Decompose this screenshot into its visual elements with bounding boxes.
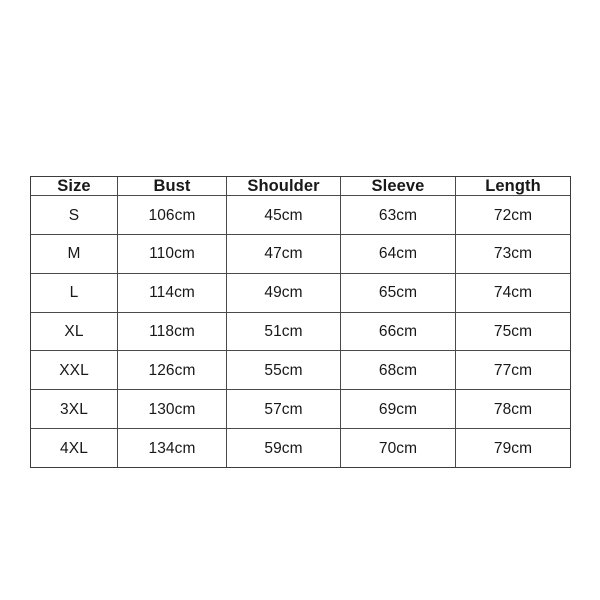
cell-sleeve: 66cm: [340, 311, 456, 352]
cell-bust: 126cm: [117, 350, 227, 391]
size-chart-body: S 106cm 45cm 63cm 72cm M 110cm 47cm 64cm…: [30, 195, 571, 468]
cell-shoulder: 51cm: [226, 311, 341, 352]
cell-length: 75cm: [455, 311, 571, 352]
table-header-row: Size Bust Shoulder Sleeve Length: [30, 175, 571, 197]
table-row: 4XL 134cm 59cm 70cm 79cm: [30, 428, 571, 468]
cell-shoulder: 45cm: [226, 195, 341, 235]
cell-length: 79cm: [455, 428, 571, 468]
cell-length: 77cm: [455, 350, 571, 391]
cell-size: XL: [30, 311, 118, 352]
cell-sleeve: 69cm: [340, 389, 456, 430]
size-chart-container: Size Bust Shoulder Sleeve Length S 106cm…: [30, 175, 571, 468]
size-chart-table: Size Bust Shoulder Sleeve Length S 106cm…: [30, 175, 571, 468]
cell-size: S: [30, 195, 118, 235]
cell-shoulder: 49cm: [226, 272, 341, 313]
cell-size: 3XL: [30, 389, 118, 430]
table-row: 3XL 130cm 57cm 69cm 78cm: [30, 389, 571, 430]
table-row: XL 118cm 51cm 66cm 75cm: [30, 311, 571, 352]
column-header-sleeve: Sleeve: [340, 175, 456, 197]
column-header-size: Size: [30, 175, 118, 197]
table-row: M 110cm 47cm 64cm 73cm: [30, 233, 571, 274]
cell-shoulder: 57cm: [226, 389, 341, 430]
cell-size: XXL: [30, 350, 118, 391]
table-row: S 106cm 45cm 63cm 72cm: [30, 195, 571, 235]
cell-bust: 118cm: [117, 311, 227, 352]
column-header-length: Length: [455, 175, 571, 197]
cell-sleeve: 63cm: [340, 195, 456, 235]
cell-shoulder: 59cm: [226, 428, 341, 468]
column-header-shoulder: Shoulder: [226, 175, 341, 197]
cell-length: 74cm: [455, 272, 571, 313]
size-chart-header: Size Bust Shoulder Sleeve Length: [30, 175, 571, 197]
cell-shoulder: 47cm: [226, 233, 341, 274]
table-row: XXL 126cm 55cm 68cm 77cm: [30, 350, 571, 391]
cell-length: 72cm: [455, 195, 571, 235]
cell-length: 73cm: [455, 233, 571, 274]
cell-sleeve: 65cm: [340, 272, 456, 313]
cell-bust: 114cm: [117, 272, 227, 313]
cell-bust: 106cm: [117, 195, 227, 235]
cell-bust: 130cm: [117, 389, 227, 430]
cell-size: L: [30, 272, 118, 313]
cell-size: M: [30, 233, 118, 274]
cell-bust: 134cm: [117, 428, 227, 468]
cell-bust: 110cm: [117, 233, 227, 274]
cell-sleeve: 70cm: [340, 428, 456, 468]
cell-length: 78cm: [455, 389, 571, 430]
column-header-bust: Bust: [117, 175, 227, 197]
table-row: L 114cm 49cm 65cm 74cm: [30, 272, 571, 313]
cell-size: 4XL: [30, 428, 118, 468]
cell-sleeve: 68cm: [340, 350, 456, 391]
cell-shoulder: 55cm: [226, 350, 341, 391]
cell-sleeve: 64cm: [340, 233, 456, 274]
